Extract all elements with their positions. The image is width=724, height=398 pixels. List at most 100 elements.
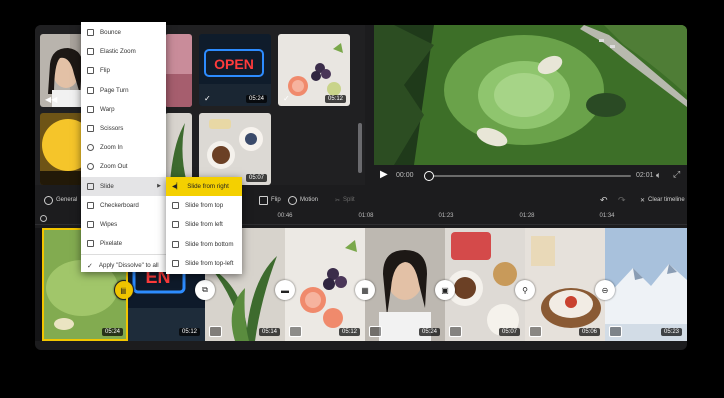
menu-item-warp[interactable]: Warp [81,100,166,119]
menu-item-wipes[interactable]: Wipes [81,215,166,234]
transition-button[interactable]: ▣ [435,280,455,300]
duration-label: 05:12 [324,95,346,103]
duration-label: 05:24 [245,95,267,103]
transition-button[interactable]: ⊖ [595,280,615,300]
check-icon: ✓ [204,94,211,103]
timeline-clip[interactable]: 05:12 [285,228,365,341]
menu-item-apply-all[interactable]: ✓ Apply "Dissolve" to all [81,256,166,275]
transition-button[interactable]: ⧉ [195,280,215,300]
menu-item-elastic-zoom[interactable]: Elastic Zoom [81,42,166,61]
menu-item-page-turn[interactable]: Page Turn [81,81,166,100]
toolbar-label: Split [343,197,355,203]
breakfast-clip-thumbnail [445,228,525,341]
menu-item-label: Zoom Out [100,163,128,171]
menu-item-scissors[interactable]: Scissors [81,119,166,138]
clip-filmstrip-icon [609,326,622,337]
menu-item-flip[interactable]: Flip [81,61,166,80]
menu-item-zoom-in[interactable]: Zoom In [81,138,166,157]
check-icon: ✓ [283,94,290,103]
media-thumb-breakfast[interactable]: 05:07 [199,113,271,185]
redo-icon[interactable]: ↷ [618,194,626,206]
submenu-item-label: Slide from right [187,183,229,191]
menu-item-checkerboard[interactable]: Checkerboard [81,196,166,215]
submenu-item-label: Slide from left [185,221,223,229]
submenu-item-slide-from-right[interactable]: ◀▏ Slide from right [166,177,242,197]
toolbar-split[interactable]: ✂︎ Split [335,194,355,206]
seek-bar[interactable] [426,175,631,177]
menu-item-zoom-out[interactable]: Zoom Out [81,157,166,176]
media-thumb-plant[interactable] [165,113,192,185]
menu-item-label: Checkerboard [100,201,139,209]
menu-item-label: Warp [100,105,115,113]
transition-icon: ▦ [361,285,369,295]
timeline-clip[interactable]: 05:07 [445,228,525,341]
media-thumb-neon[interactable]: OPEN ✓ 05:24 [199,34,271,106]
flip-icon [87,67,94,75]
clip-filmstrip-icon [529,326,542,337]
video-preview[interactable] [374,25,687,165]
clip-duration: 05:07 [498,328,520,336]
player-controls: ▶ 00:00 02:01 🔈︎ ⤢ [374,165,687,187]
submenu-item-slide-from-left[interactable]: Slide from left [166,215,242,234]
mountain-clip-thumbnail [605,228,687,341]
play-icon[interactable]: ▶ [380,169,388,180]
media-thumb-pink[interactable] [165,34,192,107]
menu-separator [81,254,166,256]
transition-button[interactable]: ▦ [355,280,375,300]
fullscreen-icon[interactable]: ⤢ [673,169,680,180]
golf-course-frame [374,25,687,165]
menu-item-bounce[interactable]: Bounce [81,23,166,42]
bounce-icon [87,29,94,37]
slide-bottom-icon [172,240,179,248]
submenu-item-slide-from-top-left[interactable]: Slide from top-left [166,254,242,273]
clip-filmstrip-icon [289,326,302,337]
zoom-in-icon [87,144,94,152]
ruler-tick: 01:08 [358,213,374,219]
woman-clip-thumbnail [365,228,445,341]
ruler-tick: 00:46 [277,213,293,219]
undo-icon[interactable]: ↶ [600,194,608,206]
transition-button-active[interactable]: ▤ [114,280,134,300]
library-scrollbar[interactable] [358,123,362,173]
clear-timeline-button[interactable]: ✕ Clear timeline [640,194,685,206]
toolbar-label: General [56,197,78,203]
clip-duration: 05:14 [258,328,280,336]
timeline-clip[interactable]: 05:24 [365,228,445,341]
stage: ◀◀ OPEN ✓ 05:24 ✓ 05:12 05:07 ▶ 00:00 02… [0,0,724,398]
checkerboard-icon [87,201,94,209]
menu-item-label: Slide [100,182,114,190]
clip-duration: 05:06 [578,328,600,336]
svg-text:OPEN: OPEN [214,56,254,72]
menu-item-label: Wipes [100,220,118,228]
fruit-clip-thumbnail [285,228,365,341]
close-icon: ✕ [640,197,646,204]
clip-filmstrip-icon [209,326,222,337]
slide-submenu: ◀▏ Slide from right Slide from top Slide … [166,177,242,274]
slide-top-left-icon [172,259,179,267]
toolbar-flip[interactable]: Flip [259,194,281,206]
submenu-item-slide-from-top[interactable]: Slide from top [166,196,242,215]
submenu-item-label: Slide from bottom [185,240,234,248]
transition-button[interactable]: ⚲ [515,280,535,300]
menu-item-pixelate[interactable]: Pixelate [81,234,166,253]
transition-button[interactable]: ▬ [275,280,295,300]
toolbar-general[interactable]: General [44,194,77,206]
menu-item-label: Elastic Zoom [100,48,136,56]
timeline-clip[interactable]: 05:06 [525,228,605,341]
check-icon: ◀◀ [45,95,58,104]
seek-handle[interactable] [424,171,434,181]
playhead-handle[interactable] [40,215,47,222]
menu-item-label: Flip [100,67,110,75]
menu-item-slide[interactable]: Slide ▶ [81,176,166,196]
media-thumb-fruit[interactable]: ✓ 05:12 [278,34,350,106]
menu-item-label: Pixelate [100,240,123,248]
transition-menu: Bounce Elastic Zoom Flip Page Turn Warp … [81,22,166,272]
volume-icon[interactable]: 🔈︎ [656,170,661,181]
clip-duration: 05:24 [418,328,440,336]
clip-filmstrip-icon [369,326,382,337]
clip-duration: 05:23 [660,328,682,336]
transition-icon: ⊖ [601,285,609,295]
toolbar-motion[interactable]: Motion [288,194,318,206]
timeline-clip[interactable]: 05:23 [605,228,687,341]
submenu-item-slide-from-bottom[interactable]: Slide from bottom [166,235,242,254]
